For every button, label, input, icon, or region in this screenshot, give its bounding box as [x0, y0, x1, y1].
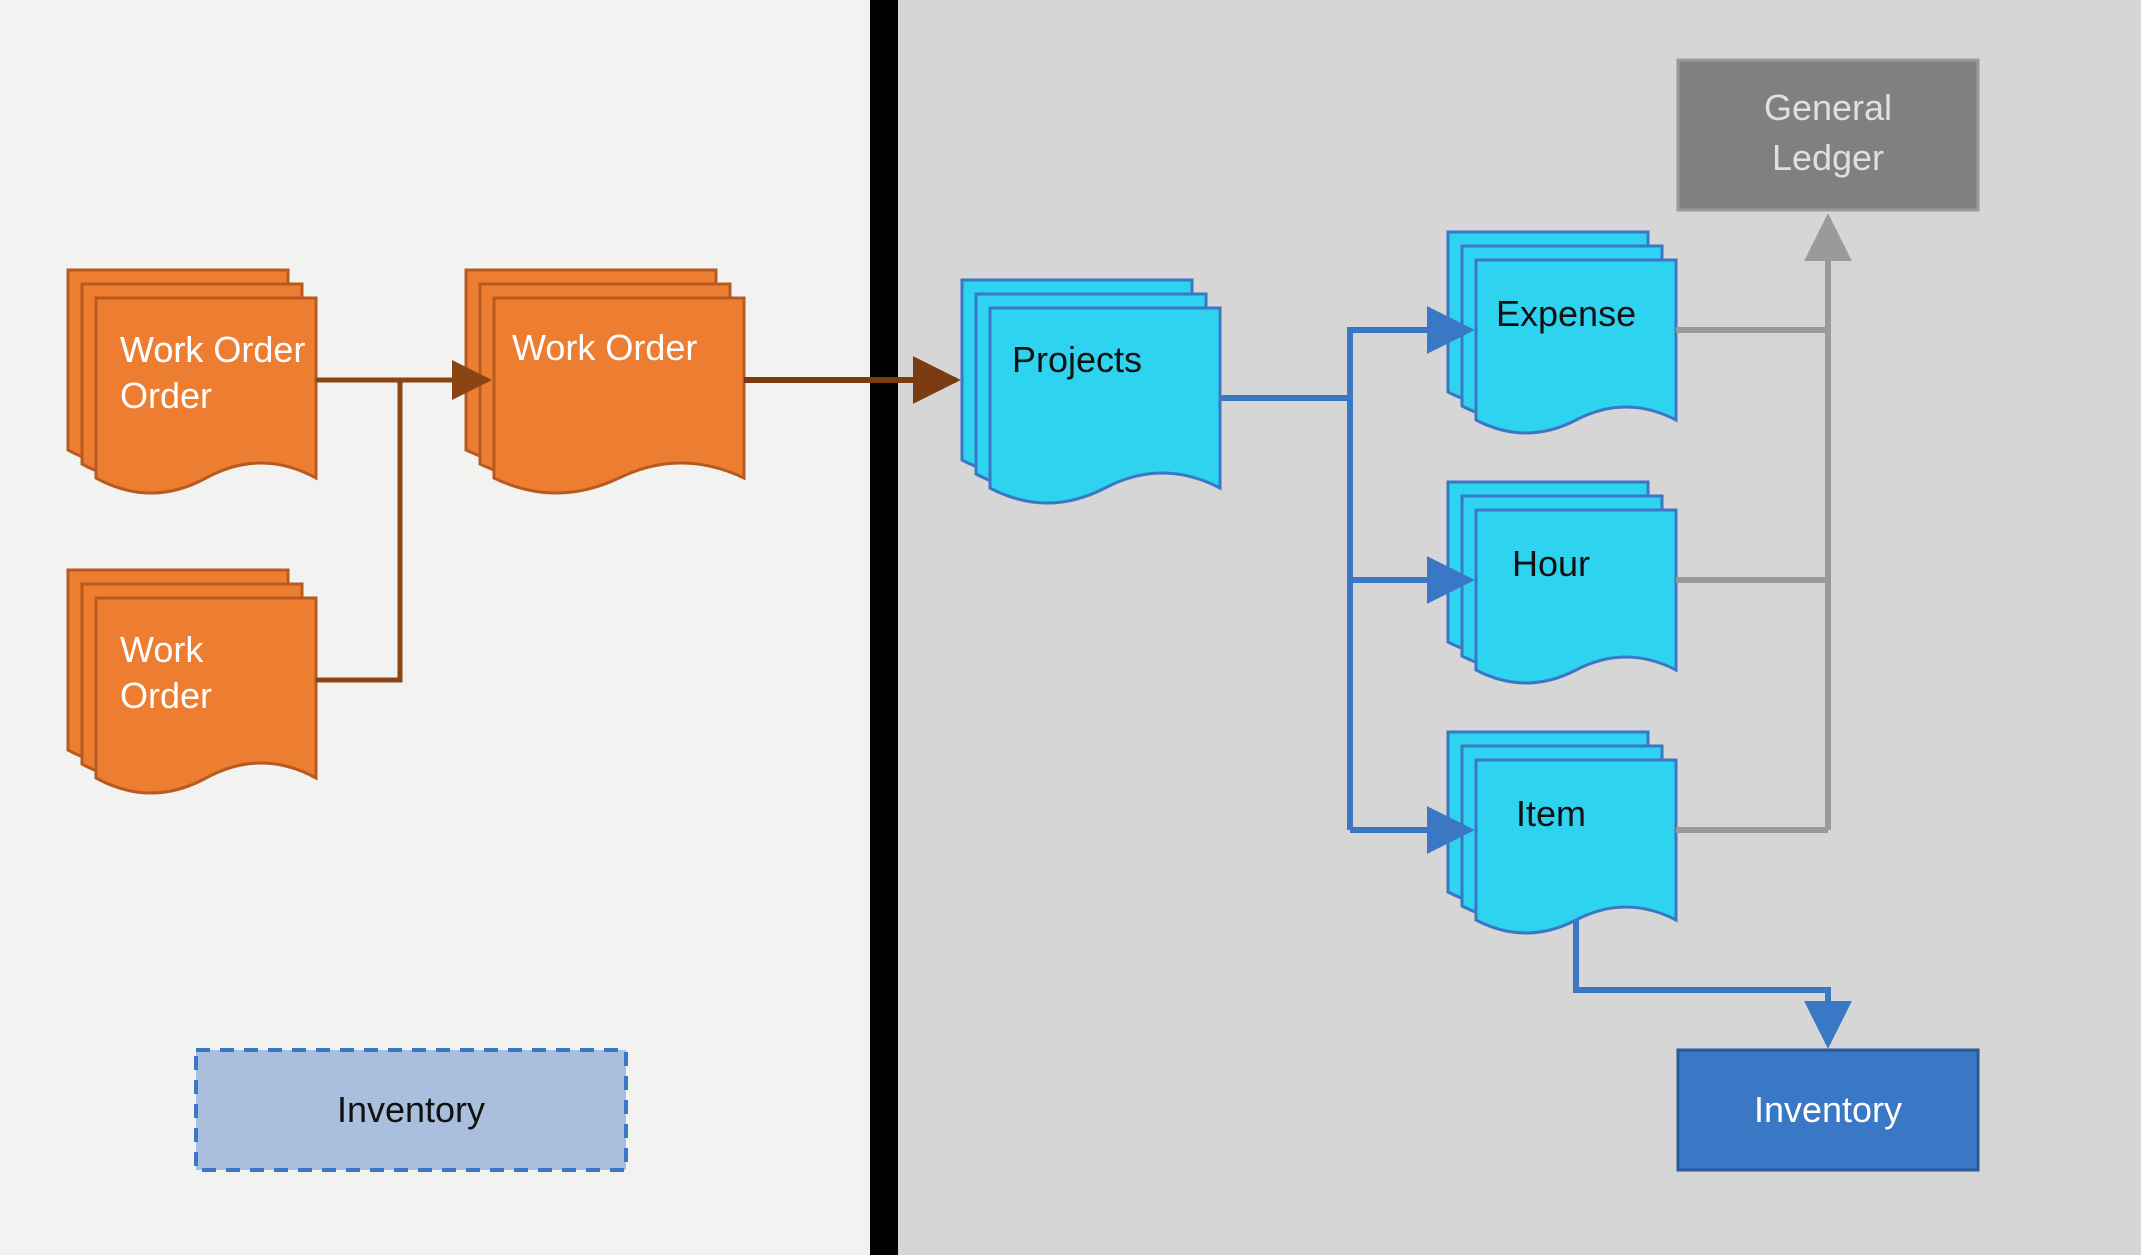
hour-node: Hour — [1448, 482, 1676, 683]
diagram-canvas: Work Order Work Order Work Order Work Or… — [0, 0, 2141, 1255]
expense-label: Expense — [1496, 293, 1636, 334]
inventory-left-label: Inventory — [337, 1089, 485, 1130]
item-label: Item — [1516, 793, 1586, 834]
hour-label: Hour — [1512, 543, 1590, 584]
general-ledger-label-2: Ledger — [1772, 137, 1884, 178]
expense-node: Expense — [1448, 232, 1676, 433]
general-ledger-label-1: General — [1764, 87, 1892, 128]
work-order-center: Work Order — [466, 270, 744, 493]
work-order-stack-top: Work Order Work Order — [68, 270, 316, 493]
divider — [870, 0, 898, 1255]
projects-node: Projects — [962, 280, 1220, 503]
inventory-right-label: Inventory — [1754, 1089, 1902, 1130]
inventory-right-box: Inventory — [1678, 1050, 1978, 1170]
work-order-center-label: Work Order — [512, 327, 697, 368]
item-node: Item — [1448, 732, 1676, 933]
projects-label: Projects — [1012, 339, 1142, 380]
inventory-left-box: Inventory — [196, 1050, 626, 1170]
work-order-stack-bottom: Work Order — [68, 570, 316, 793]
general-ledger-box: General Ledger — [1678, 60, 1978, 210]
